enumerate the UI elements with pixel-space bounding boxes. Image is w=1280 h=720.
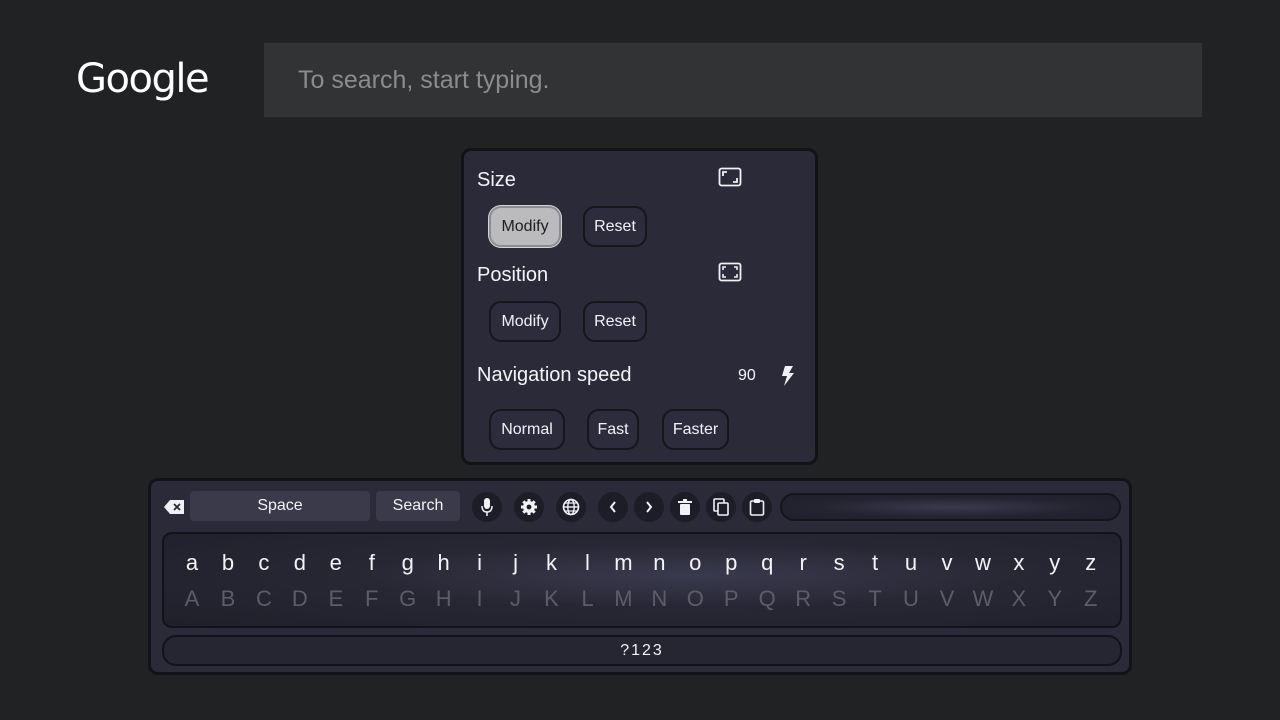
key-d[interactable]: d [285,550,315,576]
resize-icon [718,167,742,187]
globe-icon[interactable] [556,492,586,522]
key-upper-U[interactable]: U [896,586,926,612]
copy-icon[interactable] [706,492,736,522]
key-m[interactable]: m [608,550,638,576]
key-upper-D[interactable]: D [285,586,315,612]
key-upper-I[interactable]: I [465,586,495,612]
key-x[interactable]: x [1004,550,1034,576]
position-title: Position [477,264,549,286]
key-upper-S[interactable]: S [824,586,854,612]
key-upper-C[interactable]: C [249,586,279,612]
key-upper-M[interactable]: M [608,586,638,612]
trash-icon[interactable] [670,492,700,522]
clipboard-icon[interactable] [742,492,772,522]
symbols-key[interactable]: ?123 [162,635,1122,666]
key-b[interactable]: b [213,550,243,576]
key-upper-P[interactable]: P [716,586,746,612]
key-f[interactable]: f [357,550,387,576]
chevron-right-icon[interactable] [634,492,664,522]
key-upper-Y[interactable]: Y [1040,586,1070,612]
search-key[interactable]: Search [376,491,460,521]
keyboard-settings-panel: Size Modify Reset Position Modify Reset … [461,148,818,465]
key-u[interactable]: u [896,550,926,576]
key-upper-E[interactable]: E [321,586,351,612]
navigation-speed-title: Navigation speed [477,364,632,386]
key-c[interactable]: c [249,550,279,576]
move-icon [718,262,742,282]
suggestion-bar [780,493,1121,521]
key-k[interactable]: k [537,550,567,576]
key-upper-V[interactable]: V [932,586,962,612]
gear-icon[interactable] [514,492,544,522]
key-upper-N[interactable]: N [644,586,674,612]
key-q[interactable]: q [752,550,782,576]
speed-fast-button[interactable]: Fast [587,409,639,450]
key-i[interactable]: i [465,550,495,576]
chevron-left-icon[interactable] [598,492,628,522]
key-p[interactable]: p [716,550,746,576]
key-r[interactable]: r [788,550,818,576]
key-upper-R[interactable]: R [788,586,818,612]
size-reset-button[interactable]: Reset [583,206,647,247]
space-key[interactable]: Space [190,491,370,521]
key-w[interactable]: w [968,550,998,576]
key-n[interactable]: n [644,550,674,576]
key-y[interactable]: y [1040,550,1070,576]
key-g[interactable]: g [393,550,423,576]
google-logo: Google [76,56,210,102]
key-a[interactable]: a [177,550,207,576]
key-l[interactable]: l [572,550,602,576]
key-z[interactable]: z [1076,550,1106,576]
speed-faster-button[interactable]: Faster [662,409,729,450]
key-j[interactable]: j [501,550,531,576]
key-upper-K[interactable]: K [537,586,567,612]
size-modify-button[interactable]: Modify [489,206,561,247]
key-upper-H[interactable]: H [429,586,459,612]
search-bar[interactable] [264,43,1202,117]
key-upper-O[interactable]: O [680,586,710,612]
key-upper-J[interactable]: J [501,586,531,612]
key-h[interactable]: h [429,550,459,576]
lightning-icon [780,365,804,386]
speed-normal-button[interactable]: Normal [489,409,565,450]
virtual-keyboard: Space Search a b c d e f g h i j k l m n… [148,478,1132,675]
key-upper-B[interactable]: B [213,586,243,612]
key-upper-W[interactable]: W [968,586,998,612]
key-s[interactable]: s [824,550,854,576]
key-t[interactable]: t [860,550,890,576]
key-o[interactable]: o [680,550,710,576]
key-upper-A[interactable]: A [177,586,207,612]
key-v[interactable]: v [932,550,962,576]
key-upper-L[interactable]: L [572,586,602,612]
navigation-speed-value: 90 [738,367,756,384]
key-e[interactable]: e [321,550,351,576]
key-upper-Q[interactable]: Q [752,586,782,612]
key-upper-F[interactable]: F [357,586,387,612]
search-input[interactable] [296,64,1202,96]
key-upper-T[interactable]: T [860,586,890,612]
key-upper-X[interactable]: X [1004,586,1034,612]
size-title: Size [477,169,516,191]
backspace-icon[interactable] [163,496,185,518]
key-upper-G[interactable]: G [393,586,423,612]
key-upper-Z[interactable]: Z [1076,586,1106,612]
position-modify-button[interactable]: Modify [489,301,561,342]
mic-icon[interactable] [472,492,502,522]
keys-area: abcdefghijklmnopqrstuvwxyz ABCDEFGHIJKLM… [162,532,1122,628]
position-reset-button[interactable]: Reset [583,301,647,342]
